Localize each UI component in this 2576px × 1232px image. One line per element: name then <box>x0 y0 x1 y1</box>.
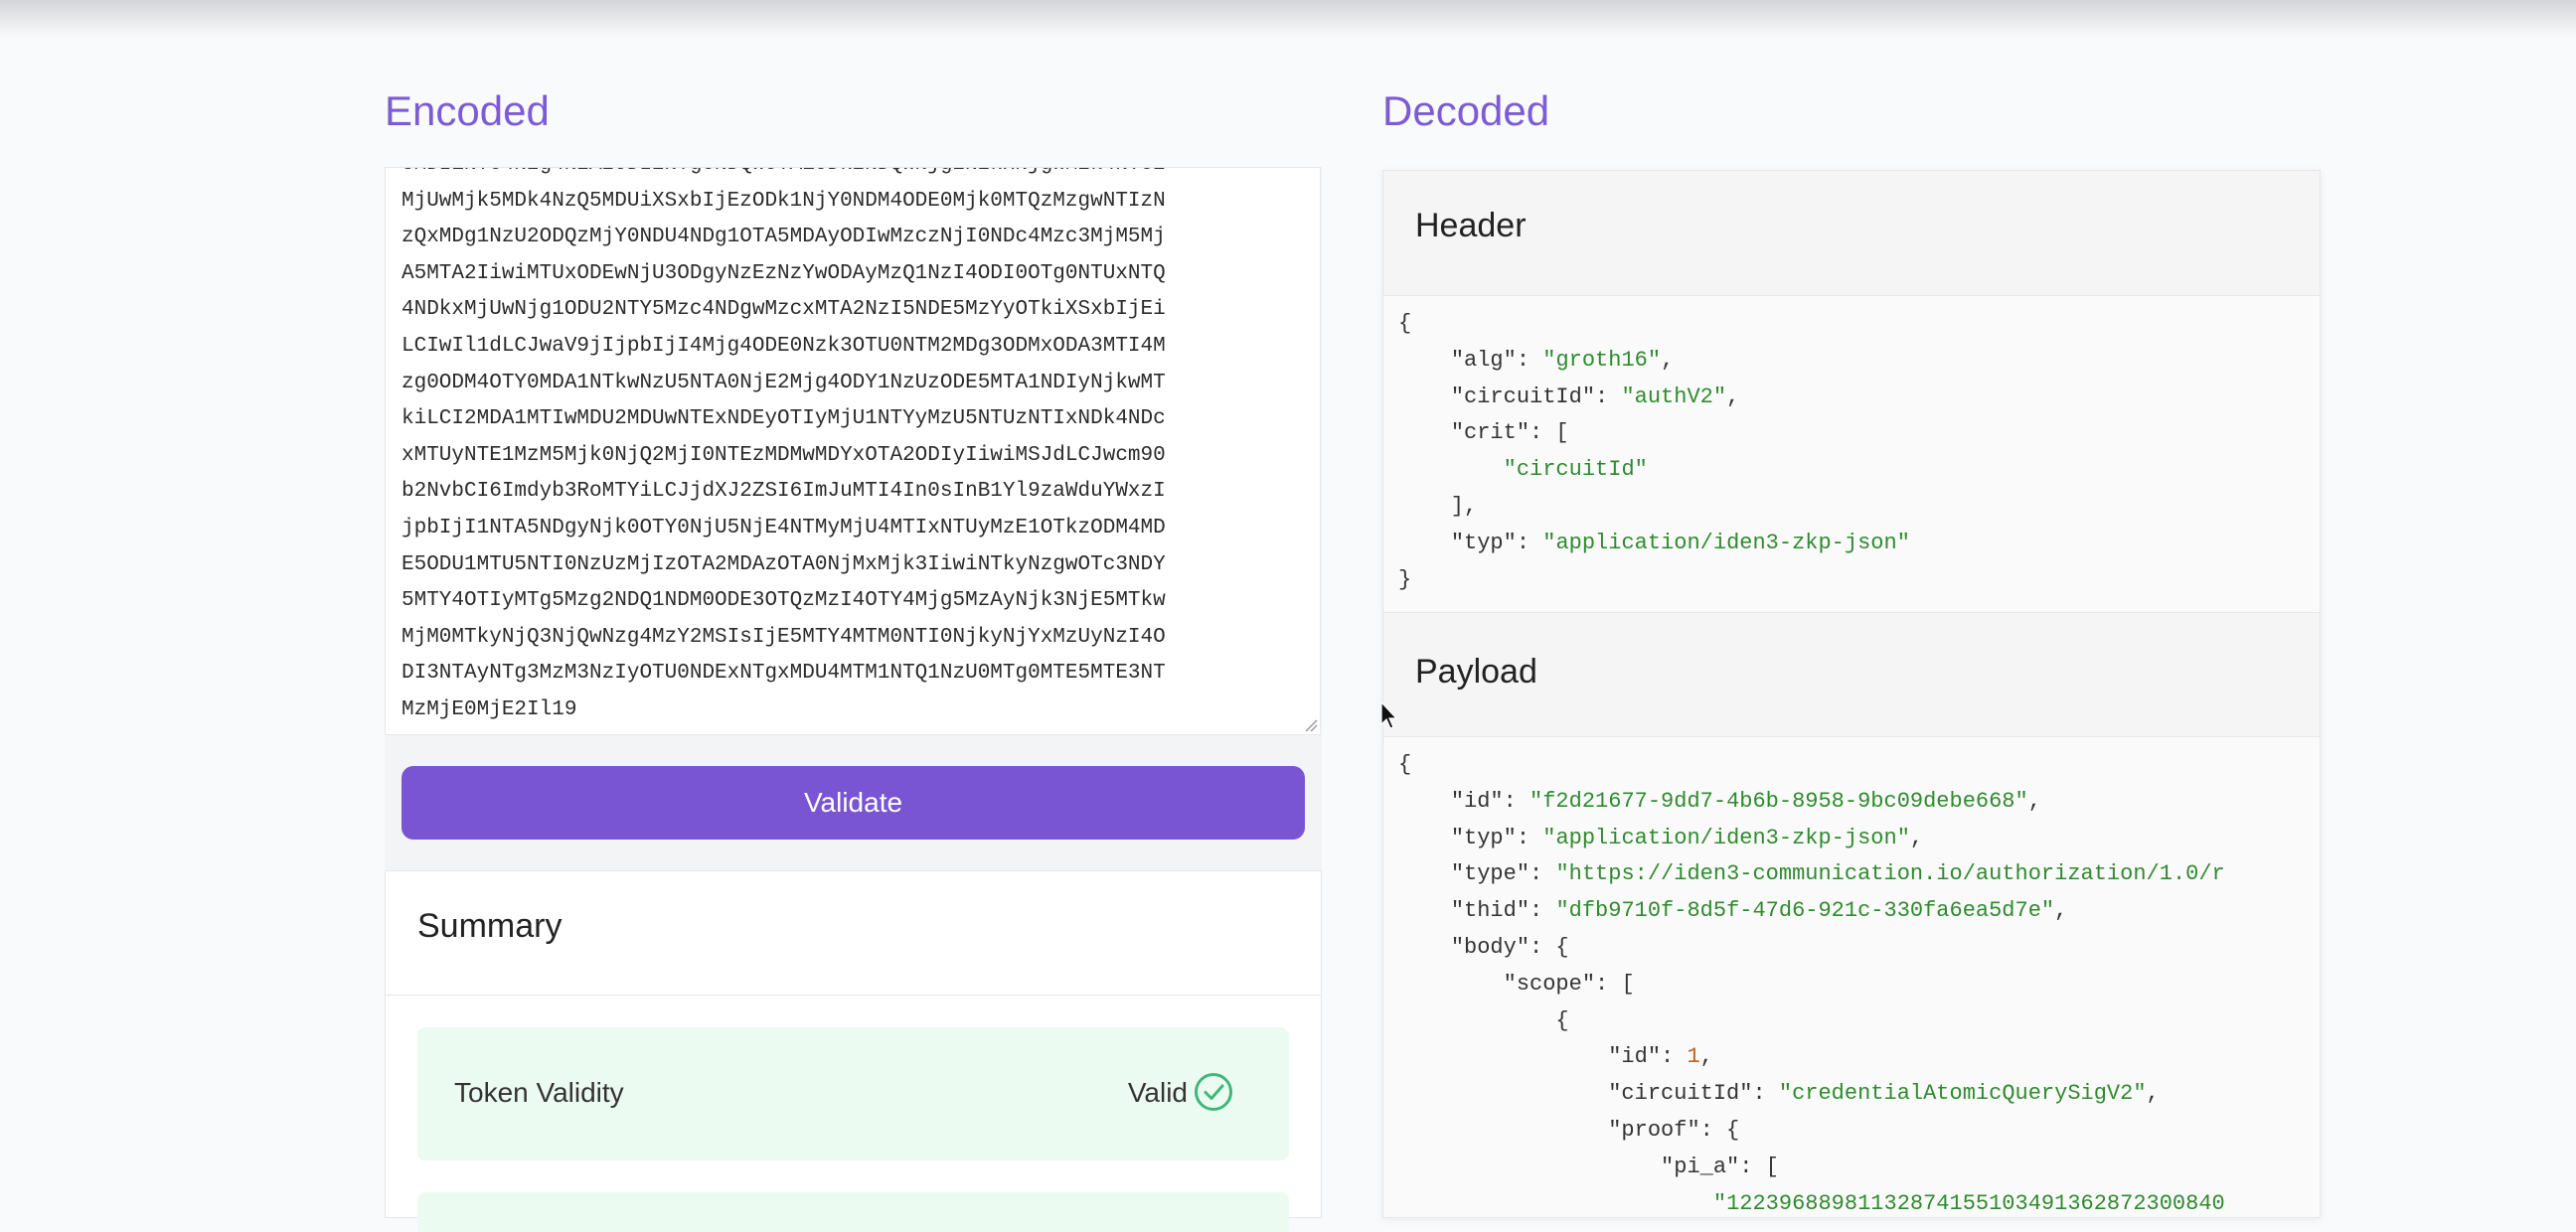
encoded-heading: Encoded <box>385 87 550 134</box>
payload-json: { "id": "f2d21677-9dd7-4b6b-8958-9bc09de… <box>1398 752 2225 1216</box>
token-validity-value: Valid <box>1127 1077 1188 1108</box>
token-text: 3MDI1NTc4Nzg4NzAzODI2NTg0NDQwOTA1ODkzNDQ… <box>402 168 1166 721</box>
summary-card: Summary Token Validity Valid <box>385 870 1322 1232</box>
summary-next-row <box>417 1192 1289 1232</box>
header-title: Header <box>1415 207 1527 244</box>
browser-top-shade <box>0 0 2576 38</box>
validate-button[interactable]: Validate <box>402 766 1305 840</box>
payload-title: Payload <box>1415 653 1537 691</box>
token-textarea[interactable]: 3MDI1NTc4Nzg4NzAzODI2NTg0NDQwOTA1ODkzNDQ… <box>385 167 1321 735</box>
resize-grip-icon[interactable] <box>1302 716 1318 732</box>
header-json: { "alg": "groth16", "circuitId": "authV2… <box>1398 311 1910 592</box>
token-validity-row: Token Validity Valid <box>417 1027 1289 1160</box>
decoded-card: Header { "alg": "groth16", "circuitId": … <box>1382 170 2321 1218</box>
decoded-heading: Decoded <box>1382 87 1550 134</box>
mouse-cursor-icon <box>1380 700 1398 729</box>
payload-section-head: Payload <box>1383 612 2320 737</box>
check-circle-icon <box>1195 1073 1232 1111</box>
header-section-head: Header <box>1383 171 2320 296</box>
token-validity-label: Token Validity <box>454 1077 624 1108</box>
summary-header: Summary <box>386 871 1321 996</box>
summary-title: Summary <box>417 907 563 945</box>
